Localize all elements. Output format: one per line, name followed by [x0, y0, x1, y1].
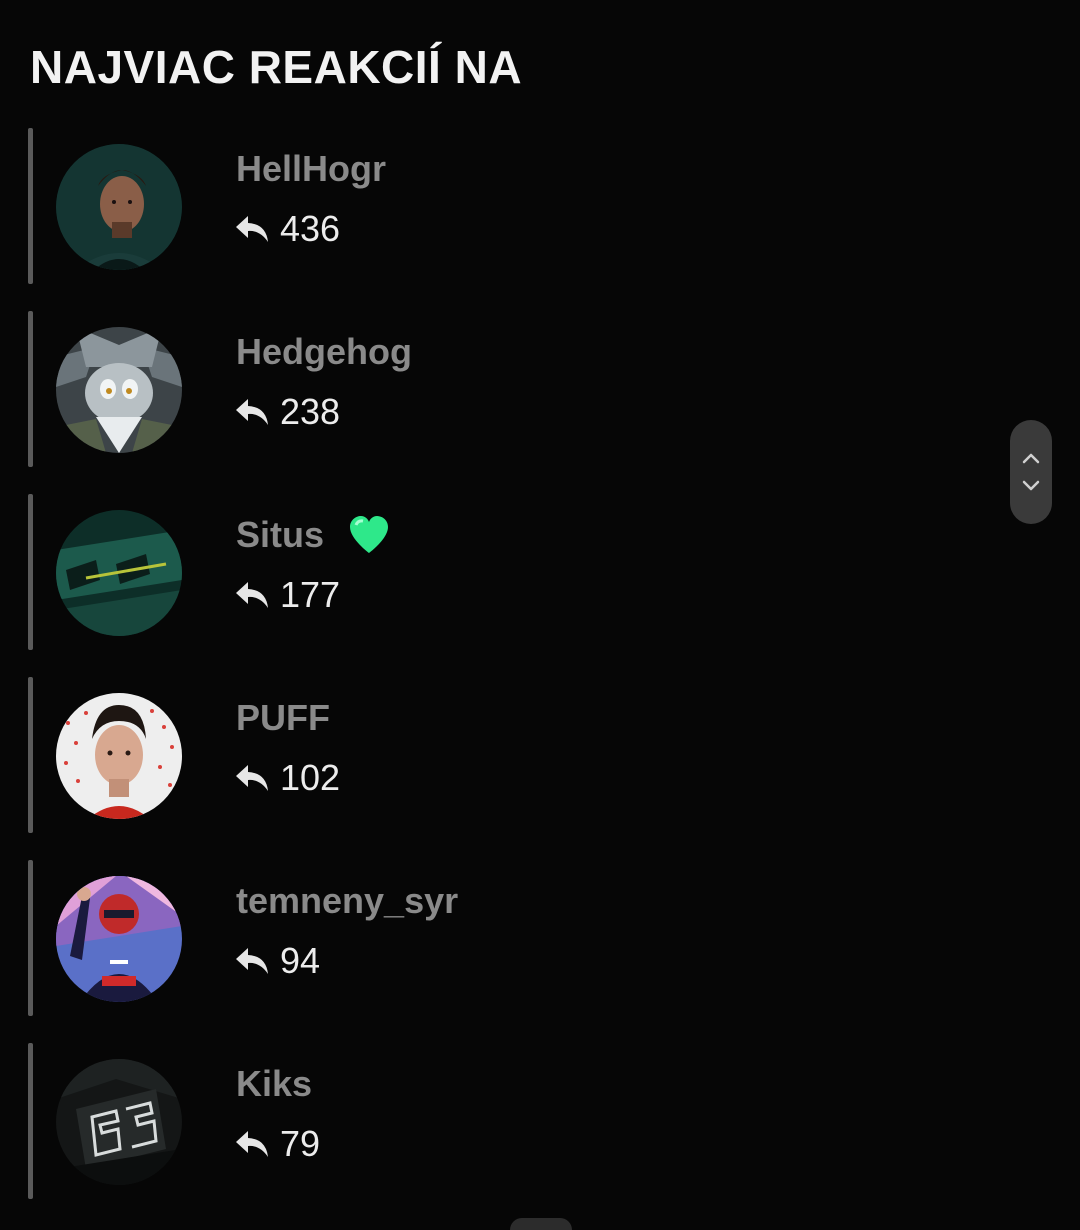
avatar[interactable] [56, 876, 182, 1002]
reaction-count-value: 94 [280, 940, 321, 981]
list-item[interactable]: Hedgehog 238 [28, 311, 928, 467]
row-accent-bar [28, 677, 33, 833]
scroll-buttons [1010, 420, 1052, 524]
reaction-leaderboard: HellHogr 436 Hedgehog 238 Situs 177 PUFF… [28, 128, 928, 1226]
row-accent-bar [28, 494, 33, 650]
avatar[interactable] [56, 693, 182, 819]
username[interactable]: Situs [236, 514, 390, 556]
reaction-count: 436 [234, 208, 340, 250]
avatar[interactable] [56, 510, 182, 636]
username-label: temneny_syr [236, 880, 459, 921]
username[interactable]: PUFF [236, 697, 330, 739]
username[interactable]: Kiks [236, 1063, 312, 1105]
chevron-up-icon[interactable] [1021, 451, 1041, 465]
username-label: Hedgehog [236, 331, 412, 372]
list-item[interactable]: Kiks 79 [28, 1043, 928, 1199]
username[interactable]: temneny_syr [236, 880, 458, 922]
list-item[interactable]: HellHogr 436 [28, 128, 928, 284]
green-heart-icon [348, 515, 390, 555]
avatar[interactable] [56, 1059, 182, 1185]
row-accent-bar [28, 128, 33, 284]
username-label: PUFF [236, 697, 330, 738]
reaction-count: 177 [234, 574, 340, 616]
username-label: HellHogr [236, 148, 387, 189]
reaction-count-value: 177 [280, 574, 341, 615]
reply-arrow-icon [234, 761, 272, 795]
reply-arrow-icon [234, 395, 272, 429]
row-accent-bar [28, 1043, 33, 1199]
reaction-count: 79 [234, 1123, 320, 1165]
reaction-count-value: 102 [280, 757, 341, 798]
username[interactable]: Hedgehog [236, 331, 412, 373]
chevron-down-icon[interactable] [1021, 479, 1041, 493]
username-label: Kiks [236, 1063, 313, 1104]
reaction-count-value: 238 [280, 391, 341, 432]
reply-arrow-icon [234, 1127, 272, 1161]
list-item[interactable]: Situs 177 [28, 494, 928, 650]
reaction-count: 102 [234, 757, 340, 799]
list-item[interactable]: temneny_syr 94 [28, 860, 928, 1016]
row-accent-bar [28, 311, 33, 467]
username-label: Situs [236, 514, 325, 555]
reaction-count: 94 [234, 940, 320, 982]
avatar[interactable] [56, 144, 182, 270]
reply-arrow-icon [234, 578, 272, 612]
reaction-count-value: 436 [280, 208, 341, 249]
bottom-overlay-handle [510, 1218, 572, 1230]
username[interactable]: HellHogr [236, 148, 386, 190]
list-item[interactable]: PUFF 102 [28, 677, 928, 833]
reply-arrow-icon [234, 944, 272, 978]
page-title: NAJVIAC REAKCIÍ NA [30, 41, 523, 93]
reaction-count: 238 [234, 391, 340, 433]
reaction-count-value: 79 [280, 1123, 321, 1164]
reply-arrow-icon [234, 212, 272, 246]
row-accent-bar [28, 860, 33, 1016]
avatar[interactable] [56, 327, 182, 453]
